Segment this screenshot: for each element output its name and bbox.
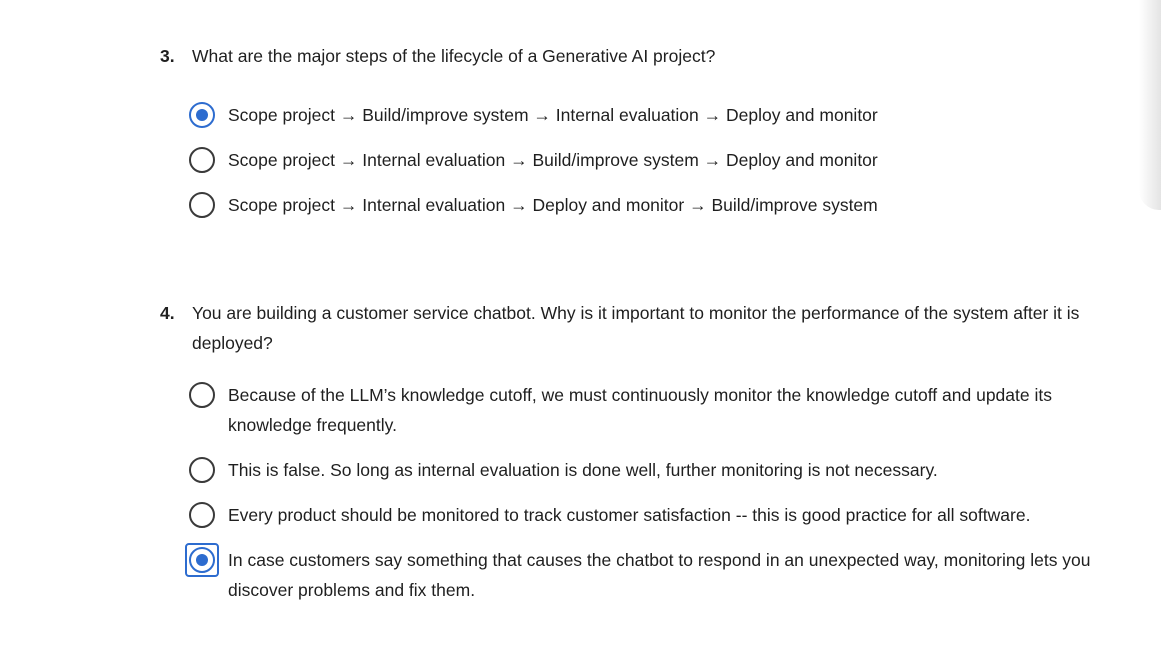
option-3-b[interactable]: Scope project → Internal evaluation → Bu… (189, 145, 1135, 175)
option-4-c[interactable]: Every product should be monitored to tra… (189, 500, 1135, 530)
option-label[interactable]: In case customers say something that cau… (228, 545, 1128, 605)
radio-button[interactable] (189, 502, 215, 528)
radio-button[interactable] (189, 192, 215, 218)
option-4-d[interactable]: In case customers say something that cau… (185, 543, 1135, 605)
question-number: 4. (160, 303, 175, 323)
question-4-options: Because of the LLM’s knowledge cutoff, w… (185, 380, 1135, 605)
option-label[interactable]: Scope project → Internal evaluation → Bu… (228, 145, 1128, 175)
option-label[interactable]: Scope project → Internal evaluation → De… (228, 190, 1128, 220)
question-number: 3. (160, 46, 175, 66)
scroll-edge-shadow (1139, 0, 1161, 210)
radio-button[interactable] (189, 382, 215, 408)
option-label[interactable]: Scope project → Build/improve system → I… (228, 100, 1128, 130)
option-4-b[interactable]: This is false. So long as internal evalu… (189, 455, 1135, 485)
question-4: 4. You are building a customer service c… (160, 298, 1135, 620)
option-3-a[interactable]: Scope project → Build/improve system → I… (189, 100, 1135, 130)
radio-button-selected[interactable] (189, 547, 215, 573)
question-3-options: Scope project → Build/improve system → I… (189, 100, 1135, 220)
radio-button[interactable] (189, 457, 215, 483)
question-text: What are the major steps of the lifecycl… (192, 46, 716, 66)
option-3-c[interactable]: Scope project → Internal evaluation → De… (189, 190, 1135, 220)
question-text: You are building a customer service chat… (192, 303, 1080, 353)
option-label[interactable]: Every product should be monitored to tra… (228, 500, 1128, 530)
option-label[interactable]: Because of the LLM’s knowledge cutoff, w… (228, 380, 1128, 440)
question-4-prompt: 4. You are building a customer service c… (160, 298, 1135, 358)
question-3-prompt: 3. What are the major steps of the lifec… (160, 41, 1135, 71)
radio-button[interactable] (189, 147, 215, 173)
option-4-a[interactable]: Because of the LLM’s knowledge cutoff, w… (189, 380, 1135, 440)
quiz-page: 3. What are the major steps of the lifec… (0, 0, 1161, 660)
option-label[interactable]: This is false. So long as internal evalu… (228, 455, 1128, 485)
question-3: 3. What are the major steps of the lifec… (160, 41, 1135, 235)
radio-button-selected[interactable] (189, 102, 215, 128)
